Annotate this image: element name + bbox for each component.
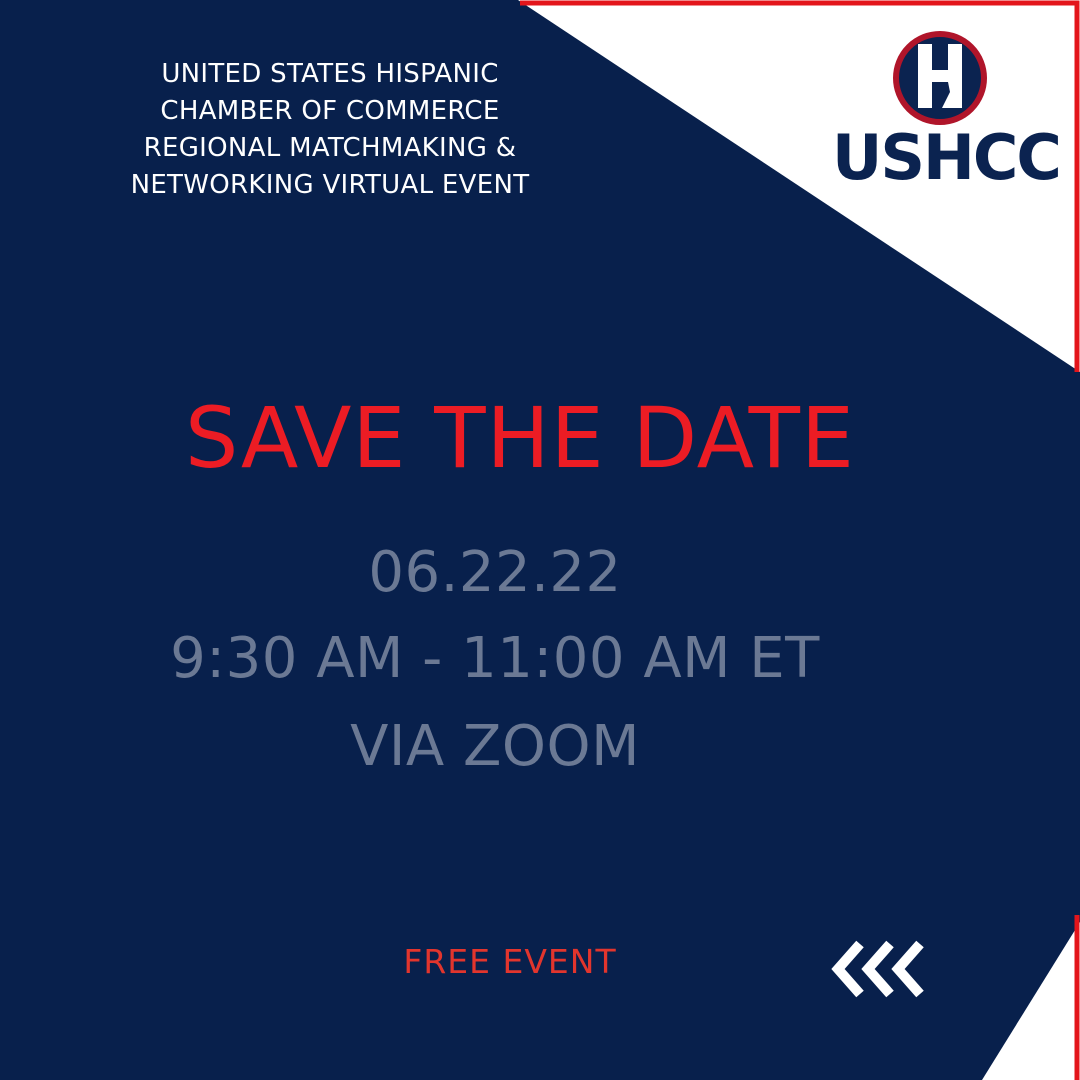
event-date: 06.22.22 <box>368 540 622 605</box>
event-heading: UNITED STATES HISPANIC CHAMBER OF COMMER… <box>40 56 620 204</box>
ushcc-emblem-icon <box>893 31 987 125</box>
bottom-right-white-triangle <box>982 922 1080 1080</box>
heading-line: NETWORKING VIRTUAL EVENT <box>130 170 530 200</box>
ushcc-wordmark: USHCC <box>832 121 1062 194</box>
free-event-label: FREE EVENT <box>403 942 617 981</box>
event-platform: VIA ZOOM <box>350 714 640 779</box>
triple-chevron-left-icon <box>831 940 924 998</box>
event-time: 9:30 AM - 11:00 AM ET <box>170 626 820 691</box>
ushcc-logo: USHCC <box>832 30 1062 194</box>
save-the-date-title: SAVE THE DATE <box>185 389 855 487</box>
heading-line: UNITED STATES HISPANIC <box>161 59 499 89</box>
flyer: UNITED STATES HISPANIC CHAMBER OF COMMER… <box>0 0 1080 1080</box>
heading-line: CHAMBER OF COMMERCE <box>160 96 500 126</box>
heading-line: REGIONAL MATCHMAKING & <box>143 133 517 163</box>
